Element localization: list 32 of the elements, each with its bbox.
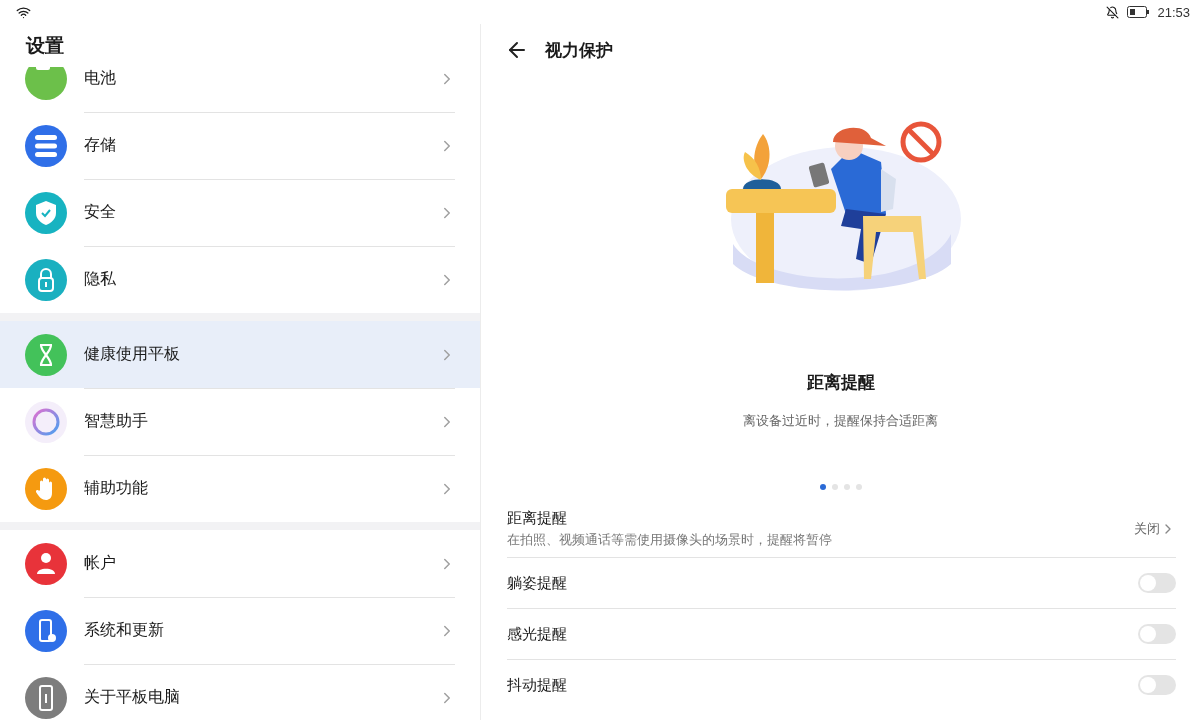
setting-title: 感光提醒 <box>507 624 568 644</box>
page-title: 视力保护 <box>545 39 613 62</box>
toggle-switch[interactable] <box>1138 624 1176 644</box>
battery-icon <box>1127 6 1150 18</box>
settings-item[interactable]: 帐户 <box>0 530 480 597</box>
clock-time: 21:53 <box>1157 4 1190 20</box>
setting-title: 抖动提醒 <box>507 675 568 695</box>
page-dot[interactable] <box>843 484 850 490</box>
settings-item[interactable]: 智慧助手 <box>0 388 480 455</box>
setting-value: 关闭 <box>1134 519 1160 538</box>
toggle-switch[interactable] <box>1138 675 1176 695</box>
setting-title: 距离提醒 <box>507 508 568 528</box>
setting-title: 躺姿提醒 <box>507 573 568 593</box>
settings-title: 设置 <box>24 33 65 58</box>
settings-item[interactable]: 电池 <box>0 67 480 112</box>
settings-item[interactable]: 健康使用平板 <box>0 321 480 388</box>
settings-item[interactable]: 隐私 <box>0 246 480 313</box>
page-dot[interactable] <box>819 484 826 490</box>
feature-title: 距离提醒 <box>806 372 875 394</box>
settings-item[interactable]: 安全 <box>0 179 480 246</box>
settings-item[interactable]: 系统和更新 <box>0 597 480 664</box>
feature-description: 离设备过近时，提醒保持合适距离 <box>743 412 938 430</box>
settings-item[interactable]: 关于平板电脑 <box>0 664 480 720</box>
setting-row[interactable]: 距离提醒 在拍照、视频通话等需使用摄像头的场景时，提醒将暂停 关闭 <box>507 500 1176 557</box>
page-dot[interactable] <box>831 484 838 490</box>
toggle-switch[interactable] <box>1138 573 1176 593</box>
page-dot[interactable] <box>855 484 862 490</box>
setting-description: 在拍照、视频通话等需使用摄像头的场景时，提醒将暂停 <box>507 530 833 549</box>
settings-item[interactable]: 存储 <box>0 112 480 179</box>
wifi-icon <box>16 4 31 20</box>
muted-bell-icon <box>1106 5 1120 19</box>
settings-item[interactable]: 辅助功能 <box>0 455 480 522</box>
